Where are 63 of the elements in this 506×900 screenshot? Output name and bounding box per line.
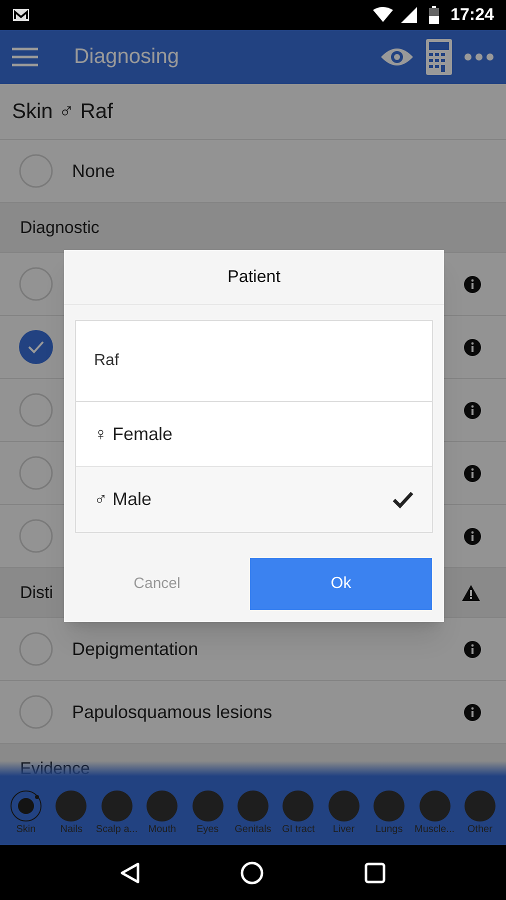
tab-label: Muscle... xyxy=(414,824,455,836)
info-icon[interactable] xyxy=(464,528,481,544)
section-heading: Diagnostic xyxy=(20,216,100,239)
dialog-title: Patient xyxy=(228,266,280,288)
unchecked-circle[interactable] xyxy=(19,632,53,666)
more-icon[interactable] xyxy=(464,53,494,61)
tab-label: Eyes xyxy=(196,824,219,836)
tab-label: Skin xyxy=(16,824,36,836)
mail-icon xyxy=(12,8,30,22)
eye-icon[interactable] xyxy=(380,46,414,68)
finding-label: Papulosquamous lesions xyxy=(72,700,274,724)
info-icon[interactable] xyxy=(464,640,481,658)
unchecked-circle[interactable] xyxy=(19,456,53,490)
unchecked-circle[interactable] xyxy=(19,267,53,301)
clock: 17:24 xyxy=(450,4,494,26)
body-part-icon[interactable] xyxy=(418,790,451,822)
tab-label: Lungs xyxy=(376,824,403,836)
unchecked-circle[interactable] xyxy=(19,154,53,188)
calculator-icon[interactable] xyxy=(426,39,452,75)
unchecked-circle[interactable] xyxy=(19,393,53,427)
name-field[interactable]: Raf xyxy=(76,321,432,401)
body-part-icon[interactable] xyxy=(328,790,360,822)
tab-label: Nails xyxy=(60,824,82,836)
info-icon[interactable] xyxy=(464,464,481,482)
finding-label: None xyxy=(72,160,116,182)
section-heading: Evidence xyxy=(20,758,90,780)
tab-label: Other xyxy=(467,824,492,836)
unchecked-circle[interactable] xyxy=(19,695,53,729)
info-icon[interactable] xyxy=(464,704,481,720)
menu-icon[interactable] xyxy=(12,47,38,67)
body-part-icon[interactable] xyxy=(100,790,133,822)
body-part-icon[interactable] xyxy=(282,790,314,822)
finding-label: Depigmentation xyxy=(72,638,200,661)
tab-label: Scalp a... xyxy=(96,824,138,836)
target-icon[interactable] xyxy=(10,790,42,822)
tab-label: Genitals xyxy=(234,824,272,836)
case-heading: Skin ♂ Raf xyxy=(12,98,113,125)
body-part-icon[interactable] xyxy=(192,790,224,822)
signal-icon xyxy=(400,7,417,23)
recents-icon[interactable] xyxy=(364,862,386,884)
unchecked-circle[interactable] xyxy=(19,519,53,553)
sex-option[interactable]: ♀ Female xyxy=(76,402,432,467)
checked-circle[interactable] xyxy=(19,330,53,364)
body-part-icon[interactable] xyxy=(236,790,269,822)
wifi-icon xyxy=(372,7,393,23)
body-part-icon[interactable] xyxy=(146,790,178,822)
section-heading: Disti xyxy=(20,582,54,604)
body-part-icon[interactable] xyxy=(55,790,88,822)
info-icon[interactable] xyxy=(464,276,481,292)
tab-label: Liver xyxy=(332,824,355,836)
info-icon[interactable] xyxy=(464,338,481,356)
tab-label: GI tract xyxy=(282,824,315,836)
warning-icon[interactable] xyxy=(462,584,480,600)
body-part-icon[interactable] xyxy=(464,790,496,822)
screen-title: Diagnosing xyxy=(74,44,180,70)
tab-label: Mouth xyxy=(148,824,176,836)
home-icon[interactable] xyxy=(240,860,264,884)
back-icon[interactable] xyxy=(120,862,140,884)
info-icon[interactable] xyxy=(464,402,481,418)
check-icon xyxy=(392,490,414,508)
battery-icon xyxy=(428,6,439,24)
ok-button[interactable]: Ok xyxy=(250,558,432,610)
body-part-icon[interactable] xyxy=(373,790,406,822)
